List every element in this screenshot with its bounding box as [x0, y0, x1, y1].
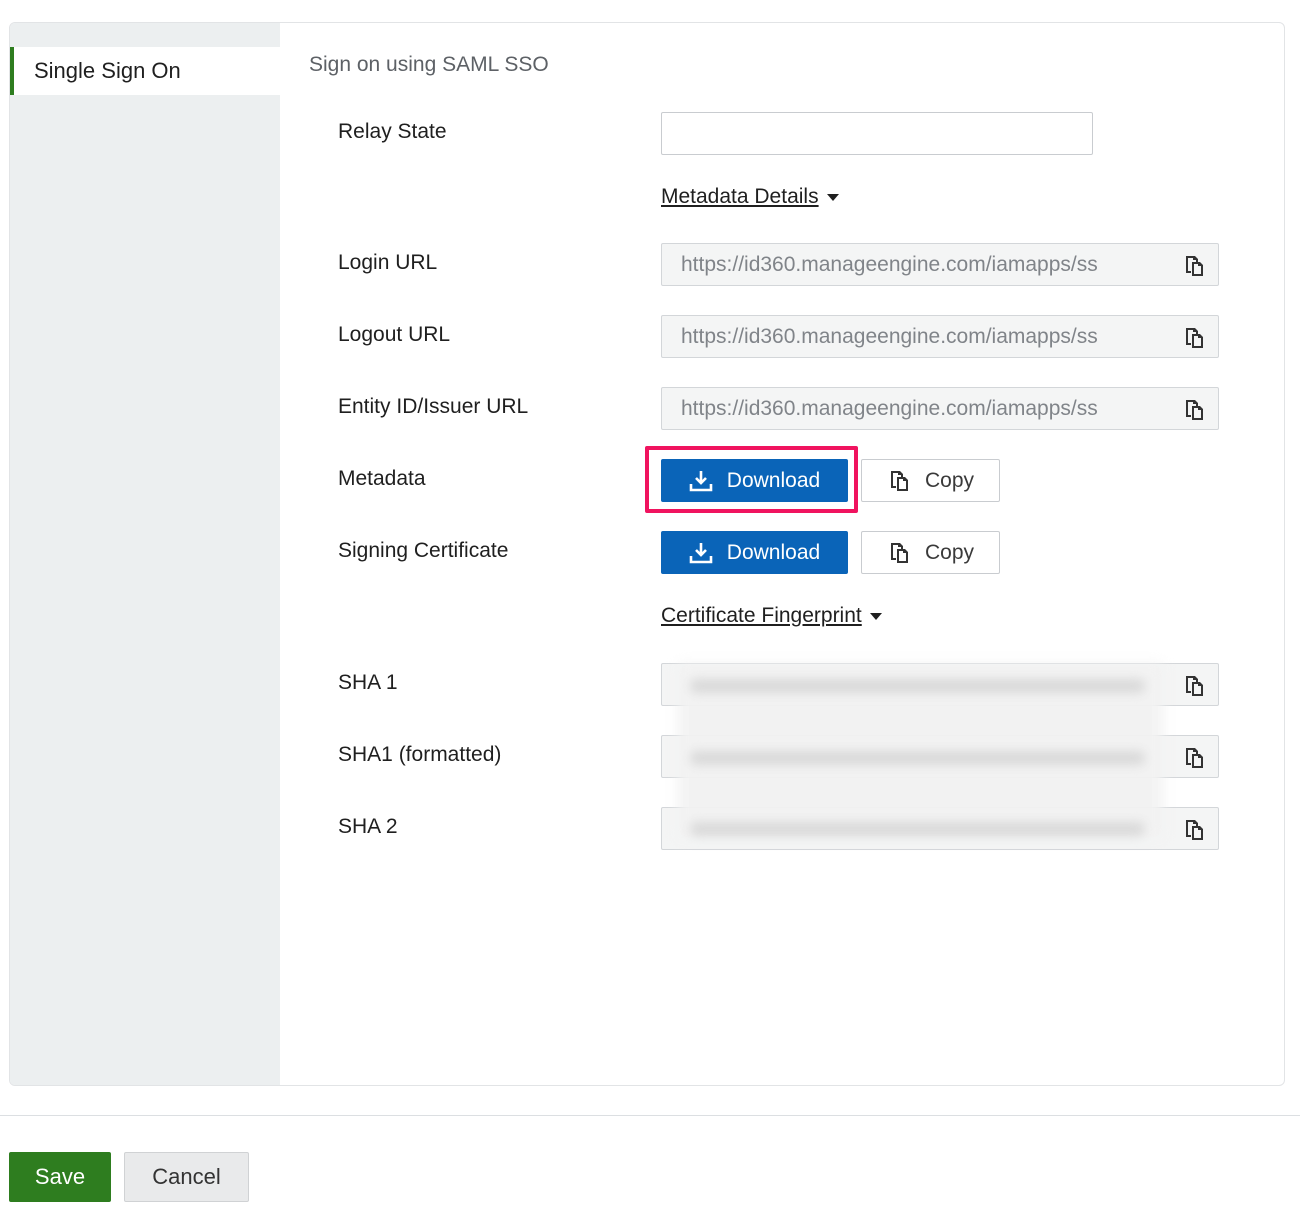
section-title: Sign on using SAML SSO — [309, 53, 549, 76]
copy-icon[interactable] — [1182, 674, 1206, 698]
sha2-label: SHA 2 — [338, 815, 398, 838]
copy-icon — [890, 470, 908, 491]
sidebar-item-label: Single Sign On — [34, 58, 181, 83]
redacted-value — [690, 822, 1145, 836]
certificate-fingerprint-label: Certificate Fingerprint — [661, 604, 862, 627]
save-button[interactable]: Save — [9, 1152, 111, 1202]
copy-icon — [890, 542, 908, 563]
login-url-field[interactable]: https://id360.manageengine.com/iamapps/s… — [661, 243, 1219, 286]
entity-id-label: Entity ID/Issuer URL — [338, 395, 529, 418]
metadata-download-button[interactable]: Download — [661, 459, 848, 502]
relay-state-input[interactable] — [661, 112, 1093, 155]
download-icon — [689, 542, 713, 563]
sidebar: Single Sign On — [10, 23, 280, 1085]
sha1-label: SHA 1 — [338, 671, 398, 694]
copy-icon[interactable] — [1182, 746, 1206, 770]
entity-id-value: https://id360.manageengine.com/iamapps/s… — [681, 397, 1098, 420]
logout-url-field[interactable]: https://id360.manageengine.com/iamapps/s… — [661, 315, 1219, 358]
metadata-copy-button[interactable]: Copy — [861, 459, 1000, 502]
download-icon — [689, 470, 713, 491]
metadata-details-toggle[interactable]: Metadata Details — [661, 185, 839, 209]
logout-url-value: https://id360.manageengine.com/iamapps/s… — [681, 325, 1098, 348]
certificate-download-label: Download — [726, 540, 821, 564]
signing-certificate-label: Signing Certificate — [338, 539, 509, 562]
metadata-download-label: Download — [726, 468, 821, 492]
metadata-copy-label: Copy — [924, 468, 975, 492]
copy-icon[interactable] — [1182, 254, 1206, 278]
sha1-formatted-label: SHA1 (formatted) — [338, 743, 502, 766]
login-url-value: https://id360.manageengine.com/iamapps/s… — [681, 253, 1098, 276]
sidebar-item-single-sign-on[interactable]: Single Sign On — [10, 47, 280, 95]
caret-down-icon — [826, 193, 839, 201]
footer-divider — [0, 1115, 1300, 1116]
copy-icon[interactable] — [1182, 398, 1206, 422]
caret-down-icon — [869, 612, 882, 620]
certificate-download-button[interactable]: Download — [661, 531, 848, 574]
logout-url-label: Logout URL — [338, 323, 451, 346]
copy-icon[interactable] — [1182, 818, 1206, 842]
redacted-value — [690, 679, 1145, 693]
cancel-button[interactable]: Cancel — [124, 1152, 249, 1202]
certificate-fingerprint-toggle[interactable]: Certificate Fingerprint — [661, 604, 882, 628]
metadata-details-label: Metadata Details — [661, 185, 819, 208]
metadata-label: Metadata — [338, 467, 426, 490]
certificate-copy-label: Copy — [924, 540, 975, 564]
login-url-label: Login URL — [338, 251, 438, 274]
entity-id-field[interactable]: https://id360.manageengine.com/iamapps/s… — [661, 387, 1219, 430]
redacted-value — [690, 751, 1145, 765]
relay-state-label: Relay State — [338, 120, 447, 143]
certificate-copy-button[interactable]: Copy — [861, 531, 1000, 574]
copy-icon[interactable] — [1182, 326, 1206, 350]
